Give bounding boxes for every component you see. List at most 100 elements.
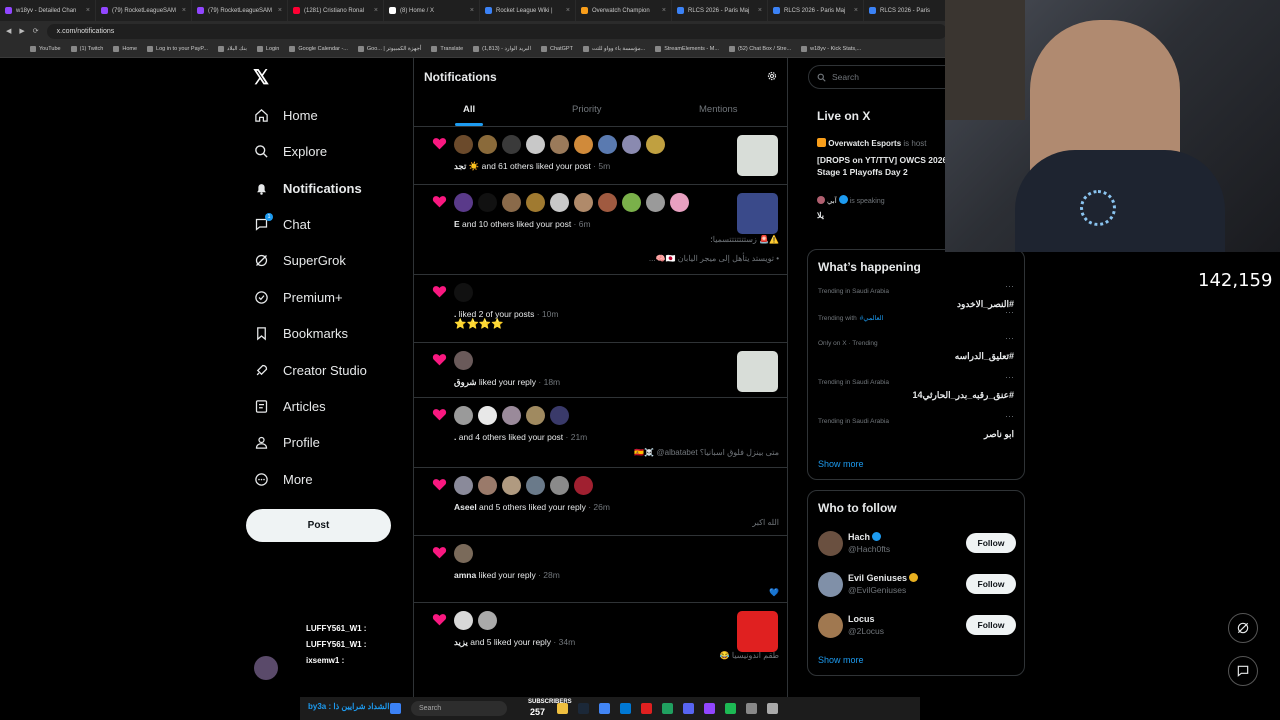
- avatar[interactable]: [526, 406, 545, 425]
- avatar[interactable]: [478, 406, 497, 425]
- avatar[interactable]: [818, 531, 843, 556]
- avatar[interactable]: [818, 572, 843, 597]
- bookmark-item[interactable]: Google Calendar -...: [289, 46, 348, 52]
- trend-item[interactable]: #تعليق_الدراسه: [955, 351, 1014, 362]
- spotify-icon[interactable]: [725, 703, 736, 714]
- notification-item[interactable]: E and 10 others liked your post · 6m ⚠️🚨 …: [414, 185, 787, 275]
- bookmark-item[interactable]: ChatGPT: [541, 46, 573, 52]
- sidebar-item-explore[interactable]: Explore: [254, 141, 327, 161]
- chrome-icon[interactable]: [599, 703, 610, 714]
- more-options-icon[interactable]: ···: [1005, 411, 1014, 421]
- sidebar-item-home[interactable]: Home: [254, 105, 318, 125]
- avatar[interactable]: [550, 406, 569, 425]
- account-avatar[interactable]: [254, 656, 278, 680]
- close-icon[interactable]: ×: [758, 7, 762, 14]
- sidebar-item-premium[interactable]: Premium+: [254, 287, 343, 307]
- browser-tab[interactable]: (1281) Cristiano Ronal ×: [288, 0, 384, 21]
- bookmark-item[interactable]: (1) Twitch: [70, 46, 103, 52]
- notification-item[interactable]: . and 4 others liked your post · 21m متى …: [414, 398, 787, 468]
- avatar[interactable]: [478, 476, 497, 495]
- avatar[interactable]: [454, 544, 473, 563]
- avatar[interactable]: [502, 406, 521, 425]
- close-icon[interactable]: ×: [470, 7, 474, 14]
- avatar[interactable]: [646, 193, 665, 212]
- avatar[interactable]: [454, 406, 473, 425]
- browser-tab[interactable]: Overwatch Champion ×: [576, 0, 672, 21]
- bookmark-item[interactable]: Goo... | أجهزة الكمبيوتر: [357, 46, 421, 52]
- actor-name[interactable]: Aseel: [454, 502, 477, 512]
- actor-name[interactable]: amna: [454, 570, 476, 580]
- browser-tab[interactable]: (79) RocketLeagueSAM ×: [192, 0, 288, 21]
- follow-button[interactable]: Follow: [966, 615, 1016, 635]
- avatar[interactable]: [454, 135, 473, 154]
- close-icon[interactable]: ×: [662, 7, 666, 14]
- close-icon[interactable]: ×: [374, 7, 378, 14]
- post-thumbnail[interactable]: [737, 351, 778, 392]
- forward-icon[interactable]: ▶: [19, 27, 24, 35]
- close-icon[interactable]: ×: [566, 7, 570, 14]
- browser-tab[interactable]: RLCS 2026 - Paris Maj ×: [672, 0, 768, 21]
- account-name[interactable]: Locus: [848, 614, 875, 624]
- trend-hashtag-link[interactable]: #العالمي: [860, 315, 884, 322]
- actor-name[interactable]: شروق: [454, 377, 477, 387]
- avatar[interactable]: [502, 193, 521, 212]
- browser-tab[interactable]: (79) RocketLeagueSAM ×: [96, 0, 192, 21]
- post-button[interactable]: Post: [246, 509, 391, 542]
- avatar[interactable]: [574, 476, 593, 495]
- bookmark-item[interactable]: Login: [256, 46, 279, 52]
- avatar[interactable]: [502, 476, 521, 495]
- notification-item[interactable]: amna liked your reply · 28m 💙: [414, 536, 787, 603]
- avatar[interactable]: [598, 135, 617, 154]
- close-icon[interactable]: ×: [278, 7, 282, 14]
- avatar[interactable]: [622, 135, 641, 154]
- avatar[interactable]: [670, 193, 689, 212]
- bookmark-item[interactable]: YouTube: [30, 46, 61, 52]
- discord-icon[interactable]: [683, 703, 694, 714]
- show-more-follow-link[interactable]: Show more: [818, 655, 864, 665]
- app-icon[interactable]: [767, 703, 778, 714]
- trend-item[interactable]: #عنق_رقبه_بدر_الحارثي14: [912, 390, 1014, 401]
- tab-mentions[interactable]: Mentions: [699, 104, 738, 115]
- app-icon[interactable]: [746, 703, 757, 714]
- notification-item[interactable]: Aseel and 5 others liked your reply · 26…: [414, 468, 787, 536]
- sidebar-item-supergrok[interactable]: SuperGrok: [254, 250, 346, 270]
- bookmark-item[interactable]: Translate: [431, 46, 463, 52]
- bookmark-item[interactable]: StreamElements - M...: [655, 46, 719, 52]
- avatar[interactable]: [622, 193, 641, 212]
- account-name[interactable]: Hach: [848, 532, 882, 542]
- actor-name[interactable]: تجد ☀️: [454, 161, 479, 171]
- avatar[interactable]: [550, 135, 569, 154]
- twitch-icon[interactable]: [704, 703, 715, 714]
- post-thumbnail[interactable]: [737, 611, 778, 652]
- show-more-trends-link[interactable]: Show more: [818, 459, 864, 469]
- notification-item[interactable]: . liked 2 of your posts · 10m ⭐⭐⭐⭐: [414, 275, 787, 343]
- bookmark-item[interactable]: مؤسسة باء وواو للتت...: [582, 46, 645, 52]
- avatar[interactable]: [550, 476, 569, 495]
- messages-fab[interactable]: [1228, 656, 1258, 686]
- sidebar-item-more[interactable]: More: [254, 469, 313, 489]
- close-icon[interactable]: ×: [86, 7, 90, 14]
- avatar[interactable]: [550, 193, 569, 212]
- post-thumbnail[interactable]: [737, 193, 778, 234]
- bookmark-item[interactable]: Home: [113, 46, 137, 52]
- more-options-icon[interactable]: ···: [1005, 333, 1014, 343]
- avatar[interactable]: [818, 613, 843, 638]
- bookmark-item[interactable]: بنك البلاد: [217, 46, 247, 52]
- browser-tab[interactable]: w18yv - Detailed Chan ×: [0, 0, 96, 21]
- sidebar-item-bookmarks[interactable]: Bookmarks: [254, 323, 348, 343]
- grok-fab[interactable]: [1228, 613, 1258, 643]
- bookmark-item[interactable]: (52) Chat Box / Stre...: [728, 46, 791, 52]
- trend-item[interactable]: ابو ناصر: [984, 429, 1014, 440]
- post-thumbnail[interactable]: [737, 135, 778, 176]
- x-logo[interactable]: 𝕏: [253, 68, 273, 88]
- notification-item[interactable]: تجد ☀️ and 61 others liked your post · 5…: [414, 127, 787, 185]
- avatar[interactable]: [598, 193, 617, 212]
- follow-button[interactable]: Follow: [966, 574, 1016, 594]
- taskbar-search[interactable]: Search: [411, 701, 507, 716]
- sidebar-item-creator-studio[interactable]: Creator Studio: [254, 360, 367, 380]
- account-name[interactable]: Evil Geniuses: [848, 573, 919, 583]
- close-icon[interactable]: ×: [182, 7, 186, 14]
- back-icon[interactable]: ◀: [6, 27, 11, 35]
- follow-button[interactable]: Follow: [966, 533, 1016, 553]
- sidebar-item-profile[interactable]: Profile: [254, 432, 320, 452]
